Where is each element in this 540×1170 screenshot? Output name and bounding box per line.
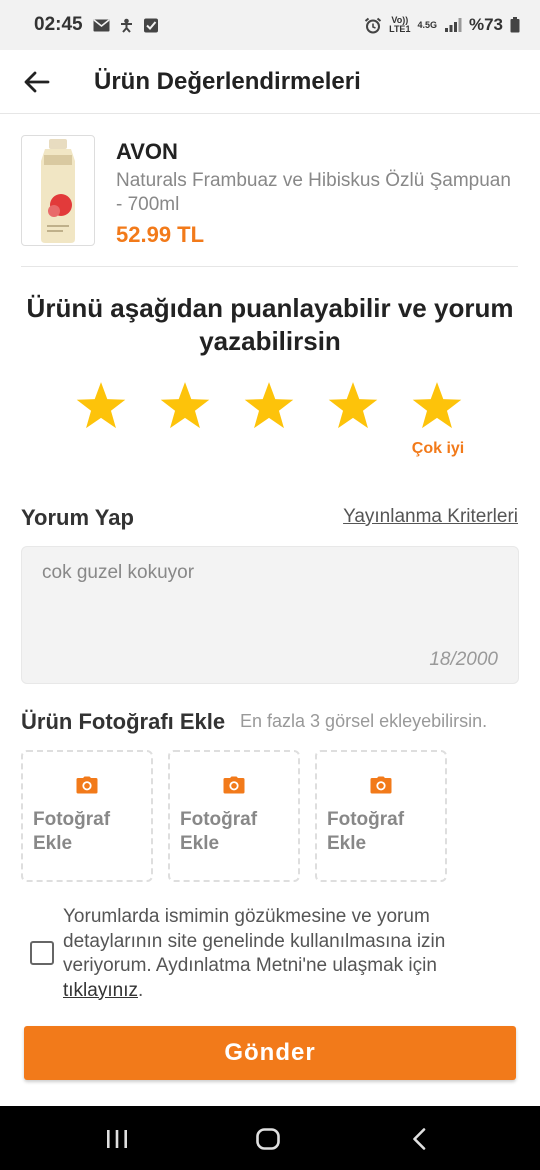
home-icon — [256, 1128, 280, 1150]
signal-icon — [444, 18, 462, 32]
shampoo-bottle-icon — [41, 138, 75, 243]
accessibility-icon — [120, 18, 132, 33]
page-title: Ürün Değerlendirmeleri — [94, 67, 361, 95]
product-image — [21, 135, 95, 246]
photo-limit-hint: En fazla 3 görsel ekleyebilirsin. — [240, 711, 488, 731]
battery-icon — [510, 17, 520, 33]
star-icon — [412, 382, 462, 429]
publishing-criteria-link[interactable]: Yayınlanma Kriterleri — [343, 506, 518, 528]
status-notification-icons — [93, 18, 160, 33]
consent-suffix: . — [137, 979, 144, 1001]
chevron-left-icon — [413, 1128, 426, 1150]
product-price: 52.99 TL — [116, 222, 205, 247]
star-3[interactable] — [227, 374, 311, 438]
character-counter: 18/2000 — [429, 649, 498, 670]
home-button[interactable] — [248, 1124, 288, 1154]
add-photo-button-1[interactable]: Fotoğraf Ekle — [21, 750, 153, 882]
consent-statement: Yorumlarda ismimin gözükmesine ve yorum … — [63, 906, 446, 976]
camera-icon — [370, 776, 392, 794]
checkbox-icon — [143, 18, 158, 32]
system-navigation-bar — [0, 1106, 540, 1170]
back-button[interactable] — [17, 62, 57, 102]
add-photo-label: Fotoğraf Ekle — [180, 809, 258, 854]
add-photo-button-3[interactable]: Fotoğraf Ekle — [315, 750, 447, 882]
product-info: AVON Naturals Frambuaz ve Hibiskus Özlü … — [116, 139, 516, 248]
alarm-icon — [364, 17, 382, 33]
star-rating — [59, 374, 479, 438]
network-label: Vo)) LTE1 — [389, 16, 410, 34]
add-photo-label: Fotoğraf Ekle — [327, 809, 405, 854]
review-text: cok guzel kokuyor — [42, 562, 195, 583]
status-bar: 02:45 Vo)) LTE1 4.5G %73 — [0, 0, 540, 50]
submit-button[interactable]: Gönder — [24, 1026, 516, 1080]
arrow-left-icon — [24, 71, 50, 92]
star-icon — [76, 382, 126, 429]
star-1[interactable] — [59, 374, 143, 438]
recent-apps-icon — [107, 1130, 127, 1148]
product-card: AVON Naturals Frambuaz ve Hibiskus Özlü … — [21, 135, 518, 267]
consent-checkbox[interactable] — [30, 941, 54, 965]
star-icon — [244, 382, 294, 429]
mail-icon — [93, 18, 110, 31]
review-input[interactable]: cok guzel kokuyor 18/2000 — [21, 546, 519, 684]
network-type: 4.5G — [417, 19, 437, 30]
camera-icon — [76, 776, 98, 794]
star-4[interactable] — [311, 374, 395, 438]
camera-icon — [223, 776, 245, 794]
product-name: Naturals Frambuaz ve Hibiskus Özlü Şampu… — [116, 170, 511, 215]
rating-heading: Ürünü aşağıdan puanlayabilir ve yorum ya… — [26, 293, 514, 356]
photo-section-title: Ürün Fotoğrafı Ekle — [21, 709, 226, 734]
recent-apps-button[interactable] — [97, 1124, 137, 1154]
status-system-icons: Vo)) LTE1 4.5G %73 — [364, 15, 520, 35]
status-time: 02:45 — [34, 14, 83, 35]
star-5[interactable] — [395, 374, 479, 438]
battery-percent: %73 — [468, 15, 503, 34]
consent-text: Yorumlarda ismimin gözükmesine ve yorum … — [63, 905, 513, 1003]
review-section-title: Yorum Yap — [21, 505, 134, 530]
back-nav-button[interactable] — [399, 1124, 439, 1154]
add-photo-label: Fotoğraf Ekle — [33, 809, 111, 854]
privacy-notice-link[interactable]: tıklayınız — [63, 980, 138, 1001]
star-icon — [160, 382, 210, 429]
app-bar: Ürün Değerlendirmeleri — [0, 50, 540, 114]
product-brand: AVON — [116, 139, 178, 164]
star-icon — [328, 382, 378, 429]
star-2[interactable] — [143, 374, 227, 438]
network-bottom: LTE1 — [389, 24, 411, 34]
rating-label: Çok iyi — [411, 440, 465, 457]
add-photo-button-2[interactable]: Fotoğraf Ekle — [168, 750, 300, 882]
